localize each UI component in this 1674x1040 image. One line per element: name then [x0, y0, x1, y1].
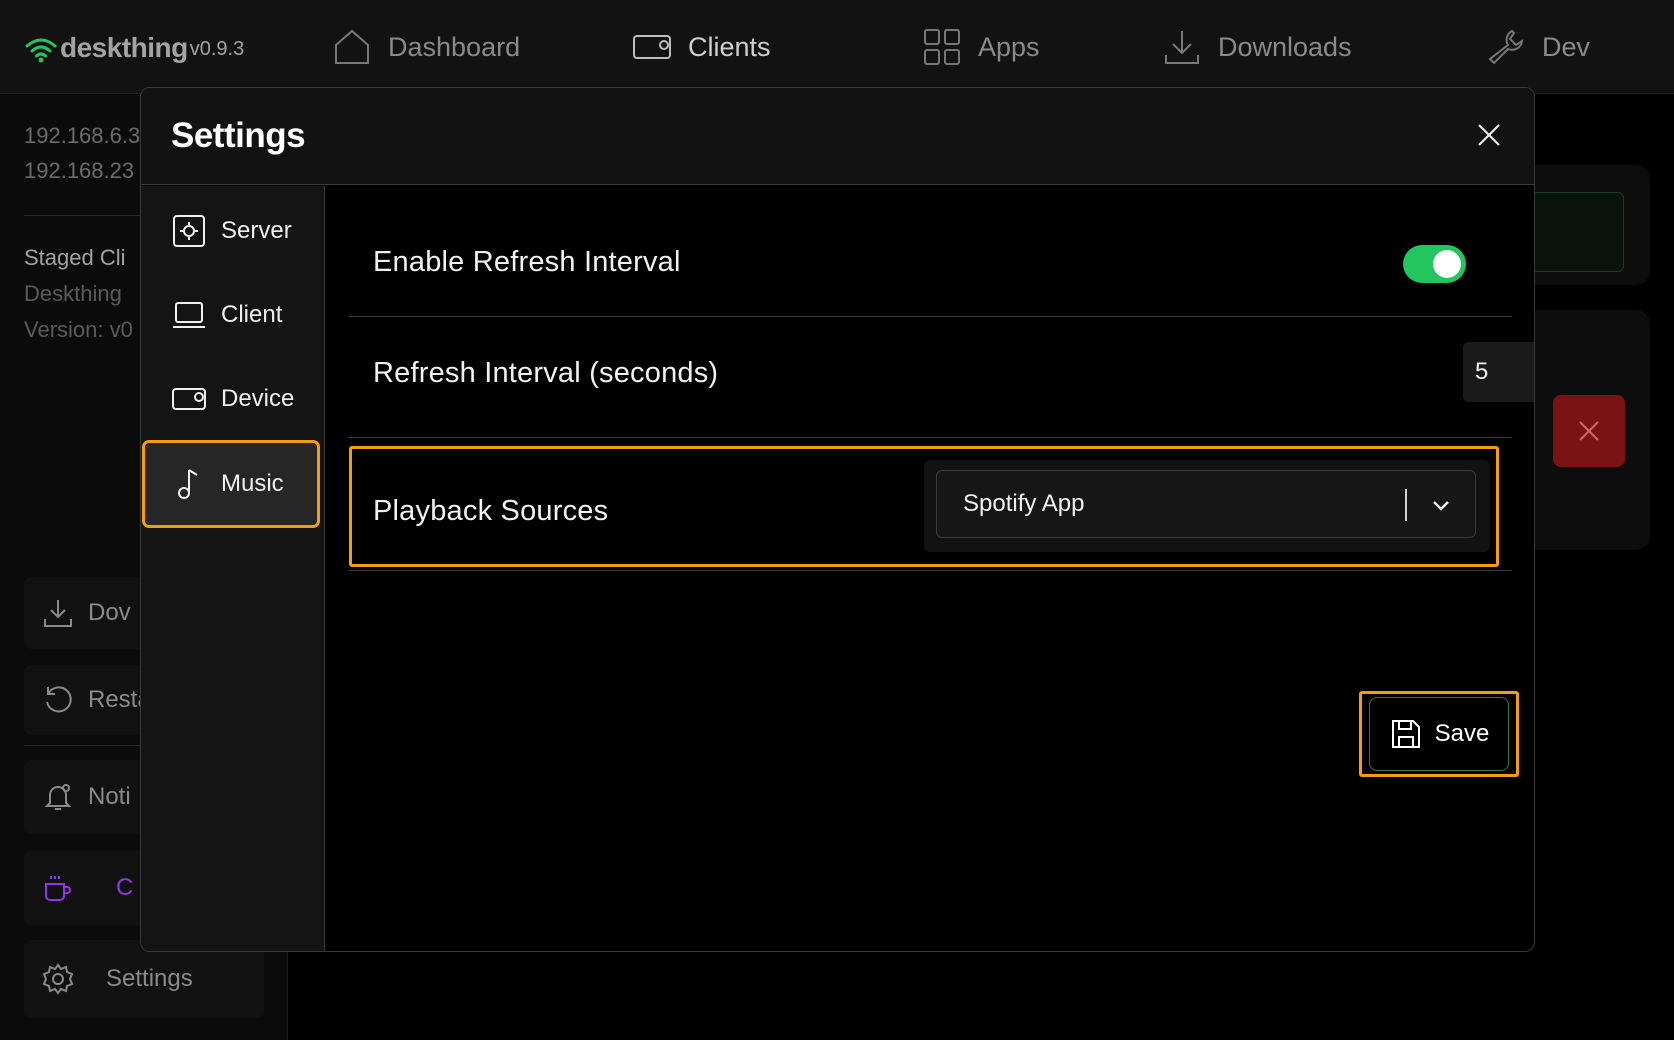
modal-title: Settings — [171, 116, 306, 155]
settings-modal: Settings Server Client Device Music Enab… — [140, 87, 1535, 952]
toggle-knob — [1433, 250, 1461, 278]
chevron-down-icon — [1433, 501, 1449, 511]
server-icon — [173, 215, 205, 247]
staged-client-version: Version: v0 — [24, 317, 133, 342]
staged-client-name: Deskthing — [24, 281, 122, 306]
bell-icon — [44, 784, 72, 810]
settings-sidebar: Server Client Device Music — [141, 186, 325, 951]
save-icon — [1391, 720, 1420, 748]
remove-client-button[interactable] — [1553, 395, 1625, 467]
close-button[interactable] — [1474, 120, 1504, 150]
settings-content: Enable Refresh Interval Refresh Interval… — [325, 186, 1534, 951]
refresh-interval-toggle[interactable] — [1403, 245, 1466, 283]
playback-source-select[interactable]: Spotify App — [936, 470, 1476, 538]
setting-label: Refresh Interval (seconds) — [373, 357, 719, 389]
app-logo[interactable]: deskthing v0.9.3 — [24, 28, 244, 64]
restart-icon — [46, 686, 72, 713]
settings-tab-music[interactable]: Music — [142, 440, 320, 528]
select-separator — [1405, 489, 1407, 521]
settings-tab-server[interactable]: Server — [145, 190, 317, 272]
ip-address: 192.168.6.3 — [24, 123, 141, 148]
settings-tab-client[interactable]: Client — [145, 274, 317, 356]
nav-dev[interactable]: Dev — [1486, 24, 1590, 70]
setting-row-refresh-interval: Refresh Interval (seconds) — [349, 317, 1534, 438]
top-navbar: deskthing v0.9.3 Dashboard Clients Apps … — [0, 0, 1674, 94]
save-button[interactable]: Save — [1369, 697, 1509, 771]
refresh-interval-input[interactable] — [1463, 342, 1534, 402]
settings-tab-device[interactable]: Device — [145, 358, 317, 440]
staged-client-title: Staged Cli — [24, 245, 126, 270]
setting-row-playback-sources: Playback Sources Spotify App — [349, 438, 1512, 571]
close-icon — [1478, 124, 1500, 146]
app-name: deskthing — [60, 32, 188, 63]
gear-icon — [42, 963, 74, 995]
coffee-icon — [45, 876, 71, 901]
setting-label: Enable Refresh Interval — [373, 246, 681, 278]
close-icon — [1579, 421, 1599, 441]
setting-label: Playback Sources — [373, 495, 609, 527]
setting-row-refresh-enable: Enable Refresh Interval — [349, 186, 1512, 317]
select-value: Spotify App — [963, 490, 1085, 517]
laptop-icon — [173, 302, 205, 328]
ip-address: 192.168.23 — [24, 158, 135, 183]
home-icon — [335, 29, 369, 64]
playback-source-select-wrapper: Spotify App — [924, 460, 1490, 552]
download-icon — [1165, 31, 1199, 64]
device-icon — [633, 35, 671, 59]
modal-header: Settings — [141, 88, 1534, 185]
wifi-icon — [25, 38, 57, 63]
device-icon — [172, 388, 206, 410]
nav-apps[interactable]: Apps — [922, 24, 1040, 70]
app-version: v0.9.3 — [189, 38, 245, 60]
background-status-box — [1530, 192, 1624, 272]
nav-clients[interactable]: Clients — [632, 24, 771, 70]
wrench-icon — [1488, 29, 1524, 65]
download-icon — [44, 600, 72, 627]
grid-icon — [924, 29, 960, 65]
music-note-icon — [178, 469, 198, 499]
nav-downloads[interactable]: Downloads — [1162, 24, 1352, 70]
nav-dashboard[interactable]: Dashboard — [332, 24, 520, 70]
